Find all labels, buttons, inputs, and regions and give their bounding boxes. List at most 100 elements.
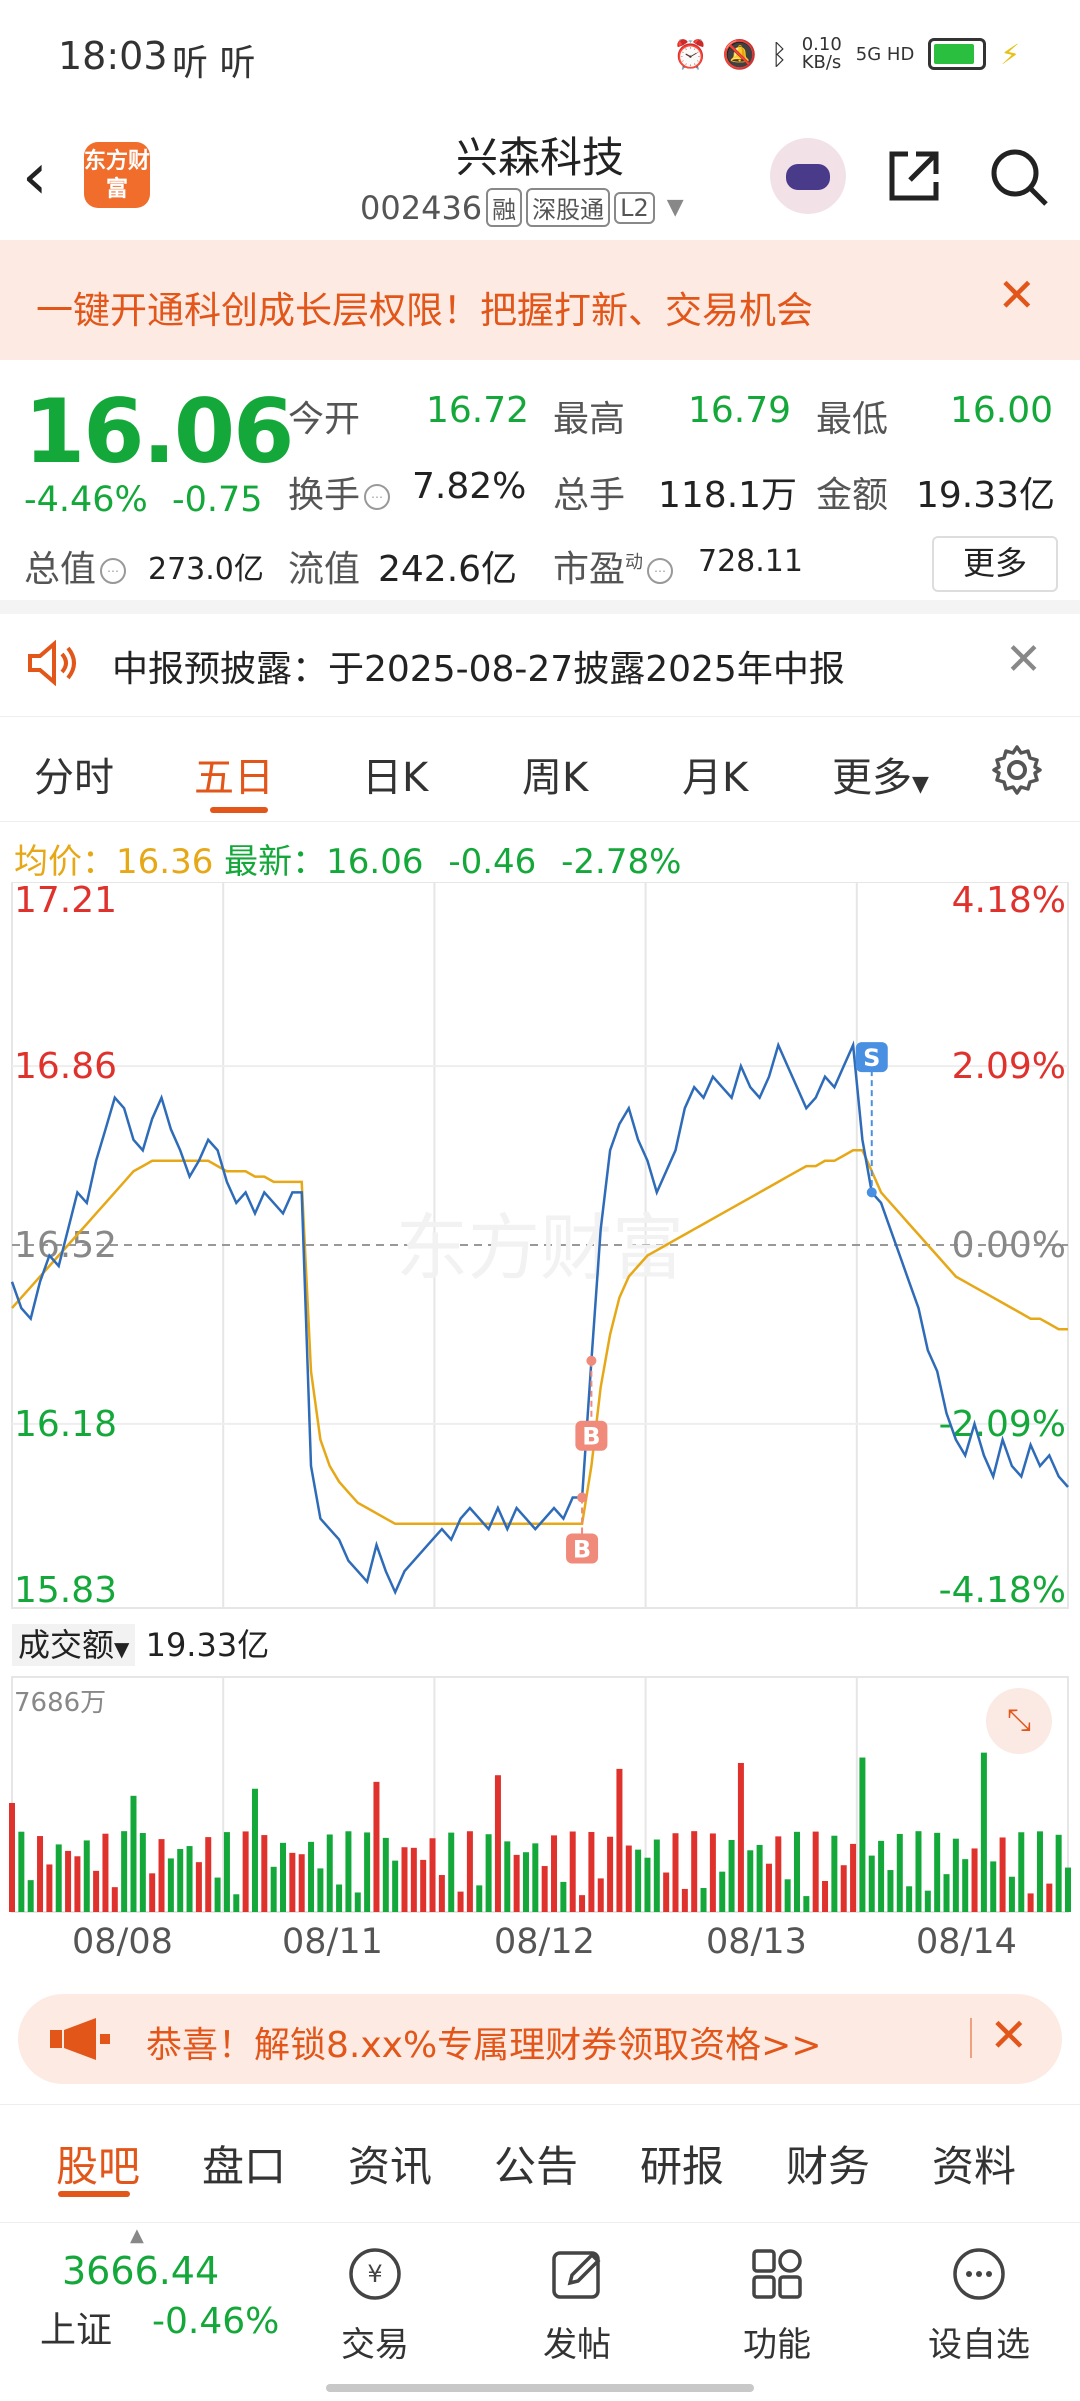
close-icon[interactable]: ✕ [997, 268, 1036, 322]
bottom-bar: ▲ 3666.44 上证 -0.46% ¥ 交易 发帖 功能 设自选 [0, 2222, 1080, 2401]
volume-bar [364, 1832, 371, 1912]
tab-profile[interactable]: 资料 [932, 2133, 1016, 2194]
info-icon: ⋯ [647, 558, 674, 584]
volume-bar [37, 1836, 44, 1912]
promo-banner-bottom[interactable]: 恭喜！解锁8.xx%专属理财券领取资格>> ✕ [18, 1994, 1062, 2084]
more-button[interactable]: 更多 [932, 536, 1058, 592]
volume-bar [765, 1863, 772, 1912]
volume-bar [737, 1762, 744, 1912]
y-tick-right: -4.18% [939, 1570, 1066, 1611]
volume-bar [709, 1833, 716, 1912]
volume-bar [354, 1892, 361, 1912]
volume-bar [429, 1838, 436, 1912]
volume-bar [756, 1844, 763, 1912]
stock-code: 002436 [360, 188, 483, 227]
trade-marker-label: B [573, 1536, 591, 1564]
notice-bar[interactable]: 中报预披露：于2025-08-27披露2025年中报 ✕ [0, 614, 1080, 714]
volume-bar [990, 1861, 997, 1912]
volume-bar [476, 1885, 483, 1912]
info-icon: ⋯ [100, 558, 127, 584]
volume-bar [653, 1839, 660, 1912]
volume-bar [74, 1856, 81, 1912]
index-change: -0.46% [152, 2301, 280, 2342]
stock-header: ‹ 东方财富 兴森科技 002436 融 深股通 L2 ▼ [0, 110, 1080, 240]
volume-bar [270, 1866, 277, 1912]
volume-bar [242, 1831, 249, 1912]
amount-value: 19.33亿 [916, 475, 1056, 516]
volume-bar [859, 1757, 866, 1912]
volume-bar [317, 1868, 324, 1912]
grid-icon [752, 2249, 802, 2299]
volume-bar [149, 1873, 156, 1912]
tab-guba[interactable]: 股吧 [56, 2133, 140, 2194]
mktcap-label: 总值 ⋯ [24, 540, 130, 592]
volume-bar [672, 1833, 679, 1912]
volume-bar [55, 1844, 62, 1912]
tab-finance[interactable]: 财务 [786, 2133, 870, 2194]
tab-research[interactable]: 研报 [640, 2133, 724, 2194]
tab-monthly-k[interactable]: 月K [682, 745, 748, 803]
expand-icon[interactable]: ⤡ [986, 1688, 1052, 1754]
volume-bar [504, 1841, 511, 1912]
tab-news[interactable]: 资讯 [348, 2133, 432, 2194]
volume-selector[interactable]: 成交额▼ 19.33亿 [12, 1620, 269, 1666]
stock-code-line[interactable]: 002436 融 深股通 L2 ▼ [360, 188, 684, 227]
share-icon[interactable] [886, 146, 944, 204]
volume-bar [251, 1788, 258, 1912]
avg-label: 均价： [14, 842, 116, 882]
volume-bar [111, 1887, 118, 1912]
volume-bar [420, 1859, 427, 1912]
volume-bar [962, 1859, 969, 1912]
latest-change: -0.46 [448, 842, 537, 882]
nav-post[interactable]: 发帖 [512, 2231, 642, 2366]
turnover-label: 换手 ⋯ [288, 466, 394, 518]
volume-bar [214, 1877, 221, 1912]
nav-functions[interactable]: 功能 [712, 2231, 842, 2366]
gear-icon[interactable] [990, 743, 1044, 797]
tab-five-day[interactable]: 五日 [194, 745, 274, 803]
nav-trade[interactable]: ¥ 交易 [310, 2231, 440, 2366]
y-tick-left: 16.52 [14, 1225, 117, 1266]
volume-bar [1046, 1883, 1053, 1912]
search-icon[interactable] [988, 146, 1050, 208]
charging-icon: ⚡ [1000, 37, 1020, 71]
volume-bar [728, 1839, 735, 1912]
volume-bar [401, 1847, 408, 1912]
volume-bar [1036, 1831, 1043, 1912]
chart-summary: 均价：16.36 最新：16.06 -0.46 -2.78% [14, 834, 681, 883]
watermark-text: 东方财富 [396, 1206, 684, 1290]
float-value: 242.6亿 [378, 549, 518, 590]
ai-assistant-icon[interactable] [770, 138, 846, 214]
low-label: 最低 [816, 399, 889, 440]
volume-bar [551, 1835, 558, 1912]
y-tick-right: 2.09% [952, 1046, 1066, 1087]
tag-margin: 融 [486, 188, 523, 227]
tab-more[interactable]: 更多▼ [832, 745, 929, 803]
pe-value: 728.11 [698, 544, 803, 579]
tab-intraday[interactable]: 分时 [34, 745, 114, 803]
avg-value: 16.36 [116, 842, 214, 882]
y-tick-left: 16.18 [14, 1404, 117, 1445]
y-tick-left: 17.21 [14, 882, 117, 921]
latest-value: 16.06 [326, 842, 424, 882]
volume-bar [980, 1752, 987, 1912]
status-app-labels: 听 听 [172, 43, 256, 84]
tab-weekly-k[interactable]: 周K [522, 745, 588, 803]
separator [970, 2018, 972, 2058]
volume-bar [541, 1866, 548, 1912]
volume-bar [65, 1850, 72, 1912]
volume-bar [466, 1831, 473, 1912]
mute-icon: 🔕 [722, 37, 757, 71]
close-icon[interactable]: ✕ [989, 2008, 1028, 2062]
tab-orderbook[interactable]: 盘口 [202, 2133, 286, 2194]
volume-bar [27, 1880, 34, 1912]
nav-add-watchlist[interactable]: 设自选 [914, 2231, 1044, 2366]
volume-label: 成交额▼ [12, 1624, 136, 1666]
close-icon[interactable]: ✕ [1005, 634, 1042, 685]
volume-label: 总手 [553, 475, 626, 516]
volume-bar [522, 1852, 529, 1912]
five-day-chart[interactable]: 东方财富 17.21 4.18% 16.86 2.09% 16.52 0.00% 16.18 -… [0, 882, 1080, 1972]
promo-banner-top[interactable]: 一键开通科创成长层权限！把握打新、交易机会 ✕ [0, 240, 1080, 360]
tab-announcements[interactable]: 公告 [494, 2133, 578, 2194]
tab-daily-k[interactable]: 日K [362, 745, 428, 803]
